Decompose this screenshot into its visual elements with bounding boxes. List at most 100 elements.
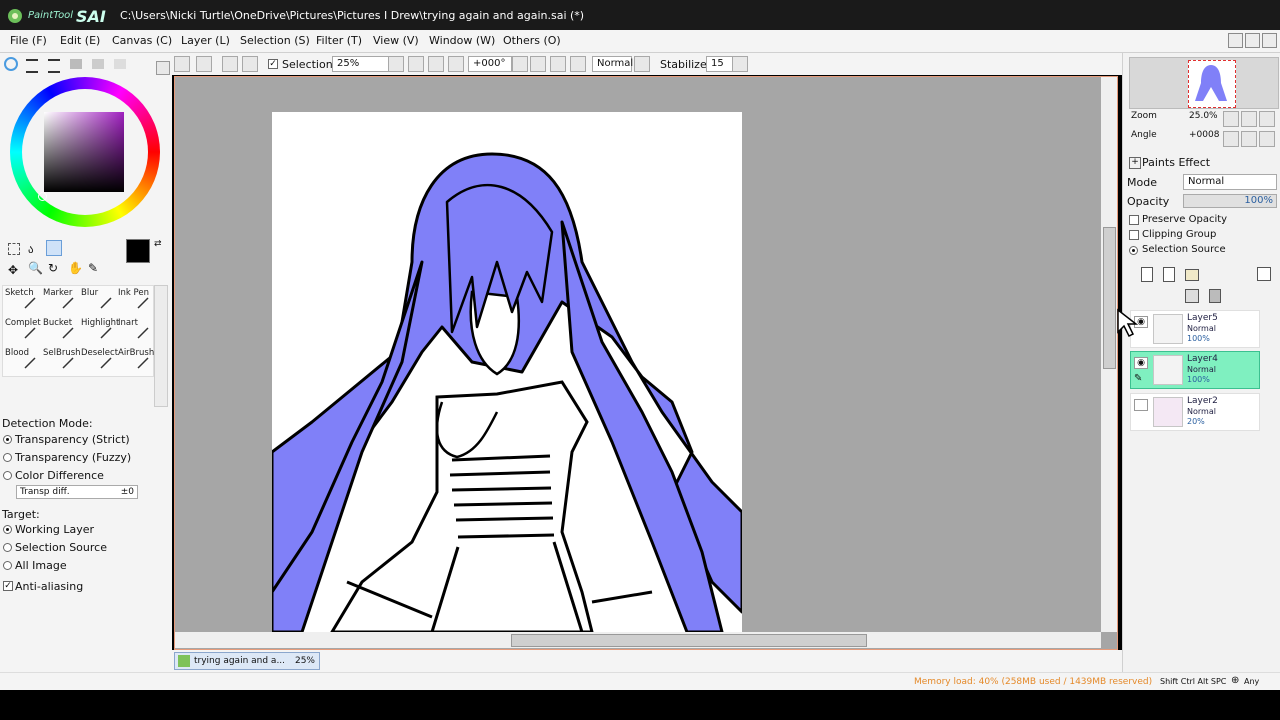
layer-visibility-eye-icon[interactable]: ◉ [1134, 357, 1148, 369]
move-icon[interactable]: ✥ [8, 263, 18, 277]
canvas-paper[interactable] [272, 112, 742, 632]
menu-canvas[interactable]: Canvas (C) [112, 34, 172, 47]
nav-rotate-left-button[interactable] [1223, 131, 1239, 147]
restore-button[interactable] [1245, 33, 1260, 48]
blend-mode-select[interactable]: Normal [592, 56, 633, 72]
detection-fuzzy-radio[interactable] [3, 453, 12, 462]
preserve-opacity-checkbox[interactable] [1129, 215, 1139, 225]
detection-strict-label[interactable]: Transparency (Strict) [15, 433, 130, 446]
hand-icon[interactable]: ✋ [68, 261, 83, 275]
layer-mask-icon[interactable] [1257, 267, 1271, 281]
new-linework-layer-icon[interactable] [1163, 267, 1175, 282]
target-working-label[interactable]: Working Layer [15, 523, 94, 536]
target-working-radio[interactable] [3, 525, 12, 534]
nav-rotate-reset-button[interactable] [1259, 131, 1275, 147]
horizontal-scroll-thumb[interactable] [511, 634, 867, 647]
horizontal-scrollbar[interactable] [175, 632, 1101, 648]
paints-effect-label[interactable]: Paints Effect [1142, 156, 1210, 169]
undo-button[interactable] [174, 56, 190, 72]
rotate-icon[interactable]: ↻ [48, 261, 58, 275]
rect-select-icon[interactable] [8, 243, 20, 255]
delete-layer-icon[interactable] [1209, 289, 1221, 303]
zoom-icon[interactable]: 🔍 [28, 261, 43, 275]
rotate-reset-button[interactable] [570, 56, 586, 72]
zoom-dropdown-icon[interactable] [388, 56, 404, 72]
detection-strict-radio[interactable] [3, 435, 12, 444]
anti-aliasing-label[interactable]: Anti-aliasing [15, 580, 83, 593]
vertical-scrollbar[interactable] [1101, 77, 1117, 632]
menu-filter[interactable]: Filter (T) [316, 34, 362, 47]
selection-label[interactable]: Selection [282, 58, 333, 71]
clipping-group-label[interactable]: Clipping Group [1142, 229, 1216, 240]
zoom-out-button[interactable] [408, 56, 424, 72]
target-source-radio[interactable] [3, 543, 12, 552]
target-all-radio[interactable] [3, 561, 12, 570]
close-button[interactable] [1262, 33, 1277, 48]
panel-collapse-button[interactable] [156, 61, 170, 75]
brush-lock-icon[interactable]: ✎ [1134, 373, 1142, 384]
primary-color-swatch[interactable] [126, 239, 150, 263]
selection-visible-checkbox[interactable]: ✓ [268, 59, 278, 69]
menu-others[interactable]: Others (O) [503, 34, 561, 47]
sv-square[interactable] [44, 112, 124, 192]
zoom-reset-button[interactable] [448, 56, 464, 72]
color-sets-tab-icon[interactable] [70, 59, 82, 69]
transp-diff-slider[interactable]: Transp diff. ±0 [16, 485, 138, 499]
menu-layer[interactable]: Layer (L) [181, 34, 230, 47]
new-folder-icon[interactable] [1185, 269, 1199, 281]
anti-aliasing-checkbox[interactable]: ✓ [3, 581, 13, 591]
color-picker-cursor[interactable] [38, 192, 47, 201]
merge-down-icon[interactable] [1185, 289, 1199, 303]
eyedropper-icon[interactable]: ✎ [88, 261, 98, 275]
menu-window[interactable]: Window (W) [429, 34, 495, 47]
swatches-tab-icon[interactable] [92, 59, 104, 69]
minimize-button[interactable] [1228, 33, 1243, 48]
stabilizer-dropdown-icon[interactable] [732, 56, 748, 72]
nav-rotate-right-button[interactable] [1241, 131, 1257, 147]
scratchpad-tab-icon[interactable] [114, 59, 126, 69]
layer-mode-select[interactable]: Normal [1183, 174, 1277, 190]
redo-button[interactable] [196, 56, 212, 72]
navigator-viewport[interactable] [1188, 60, 1236, 108]
paints-effect-expand-icon[interactable]: + [1129, 157, 1141, 169]
new-layer-icon[interactable] [1141, 267, 1153, 282]
document-tab[interactable]: trying again and a... 25% [174, 652, 320, 670]
detection-color-radio[interactable] [3, 471, 12, 480]
zoom-select[interactable]: 25% [332, 56, 394, 72]
color-wheel[interactable] [10, 77, 160, 227]
swap-colors-icon[interactable]: ⇄ [154, 239, 162, 249]
rgb-slider-tab-icon[interactable] [26, 59, 38, 73]
layer-row[interactable]: ◉ Layer5 Normal 100% [1130, 310, 1260, 348]
menu-edit[interactable]: Edit (E) [60, 34, 100, 47]
zoom-in-button[interactable] [428, 56, 444, 72]
navigator-preview[interactable] [1129, 57, 1279, 109]
rotate-left-button[interactable] [530, 56, 546, 72]
nav-zoom-reset-button[interactable] [1259, 111, 1275, 127]
hsv-slider-tab-icon[interactable] [48, 59, 60, 73]
target-all-label[interactable]: All Image [15, 559, 67, 572]
magic-wand-icon[interactable] [46, 240, 62, 256]
selection-source-radio[interactable] [1129, 246, 1138, 255]
preserve-opacity-label[interactable]: Preserve Opacity [1142, 214, 1227, 225]
layer-row[interactable]: Layer2 Normal 20% [1130, 393, 1260, 431]
deselect-button[interactable] [222, 56, 238, 72]
lasso-icon[interactable]: ა [28, 243, 34, 256]
invert-selection-button[interactable] [242, 56, 258, 72]
flip-button[interactable] [634, 56, 650, 72]
menu-file[interactable]: File (F) [10, 34, 47, 47]
nav-zoom-in-button[interactable] [1241, 111, 1257, 127]
selection-source-label[interactable]: Selection Source [1142, 244, 1226, 255]
menu-selection[interactable]: Selection (S) [240, 34, 310, 47]
layer-visibility-off-icon[interactable] [1134, 399, 1148, 411]
detection-fuzzy-label[interactable]: Transparency (Fuzzy) [15, 451, 131, 464]
menu-view[interactable]: View (V) [373, 34, 419, 47]
angle-select[interactable]: +000° [468, 56, 512, 72]
clipping-group-checkbox[interactable] [1129, 230, 1139, 240]
rotate-right-button[interactable] [550, 56, 566, 72]
nav-zoom-out-button[interactable] [1223, 111, 1239, 127]
layer-row-selected[interactable]: ◉ ✎ Layer4 Normal 100% [1130, 351, 1260, 389]
detection-color-label[interactable]: Color Difference [15, 469, 104, 482]
opacity-slider[interactable]: 100% [1183, 194, 1277, 208]
color-wheel-tab-icon[interactable] [4, 57, 18, 71]
target-source-label[interactable]: Selection Source [15, 541, 107, 554]
